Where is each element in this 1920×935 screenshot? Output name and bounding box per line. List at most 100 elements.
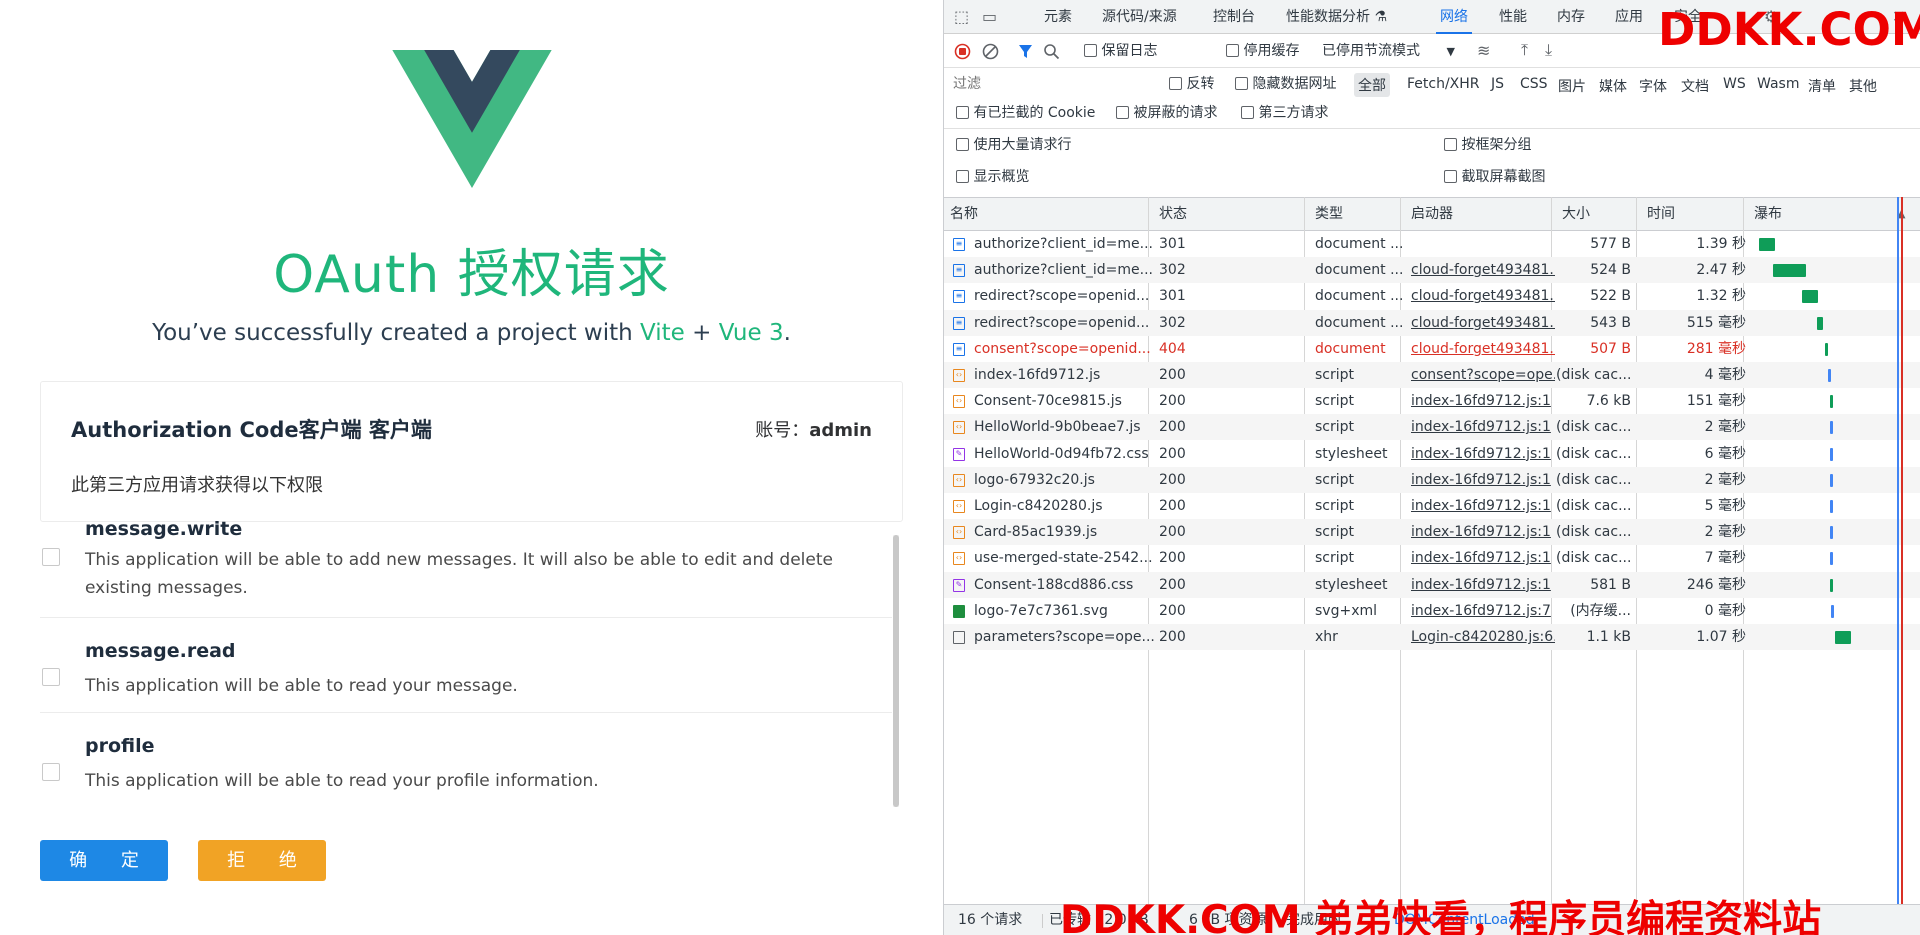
request-initiator[interactable] <box>1405 231 1555 257</box>
tab-memory[interactable]: 内存 <box>1557 0 1585 34</box>
tab-sources[interactable]: 源代码/来源 <box>1102 0 1177 34</box>
type-filter-font[interactable]: 字体 <box>1639 76 1667 96</box>
scope-checkbox[interactable] <box>42 548 60 566</box>
reject-button[interactable]: 拒 绝 <box>198 840 326 881</box>
request-initiator[interactable]: index-16fd9712.js:1 <box>1405 493 1555 519</box>
tab-console[interactable]: 控制台 <box>1213 0 1255 34</box>
scope-checkbox[interactable] <box>42 763 60 781</box>
type-filter-css[interactable]: CSS <box>1520 76 1548 92</box>
big-rows-toggle[interactable]: 使用大量请求行 <box>956 138 1071 152</box>
inspect-element-icon[interactable]: ⬚ <box>954 9 969 25</box>
overview-checkbox[interactable] <box>956 170 969 183</box>
type-filter-img[interactable]: 图片 <box>1558 76 1586 96</box>
screenshots-checkbox[interactable] <box>1444 170 1457 183</box>
column-type[interactable]: 类型 <box>1309 198 1343 230</box>
request-initiator[interactable]: cloud-forget493481... <box>1405 310 1555 336</box>
type-filter-doc[interactable]: 文档 <box>1681 76 1709 96</box>
request-initiator[interactable]: index-16fd9712.js:1 <box>1405 572 1555 598</box>
request-row[interactable]: logo-7e7c7361.svg 200 svg+xml index-16fd971… <box>944 598 1920 624</box>
group-by-frame-checkbox[interactable] <box>1444 138 1457 151</box>
network-conditions-icon[interactable]: ≋ <box>1477 43 1490 59</box>
blocked-requests-checkbox[interactable] <box>1116 106 1129 119</box>
third-party-checkbox[interactable] <box>1241 106 1254 119</box>
disable-cache-checkbox[interactable] <box>1226 44 1239 57</box>
invert-toggle[interactable]: 反转 <box>1169 77 1214 91</box>
big-rows-checkbox[interactable] <box>956 138 969 151</box>
request-row[interactable]: ✎ HelloWorld-0d94fb72.css 200 stylesheet ind… <box>944 441 1920 467</box>
request-row[interactable]: ≡ redirect?scope=openid... 301 document ...… <box>944 283 1920 309</box>
request-row[interactable]: ≡ authorize?client_id=me... 301 document ..… <box>944 231 1920 257</box>
request-initiator[interactable]: index-16fd9712.js:1 <box>1405 441 1555 467</box>
request-initiator[interactable]: consent?scope=ope... <box>1405 362 1555 388</box>
request-initiator[interactable]: index-16fd9712.js:1 <box>1405 467 1555 493</box>
request-initiator[interactable]: index-16fd9712.js:1 <box>1405 519 1555 545</box>
record-stop-icon[interactable] <box>954 43 971 60</box>
export-har-icon[interactable]: ⤓ <box>1545 42 1552 58</box>
vite-link[interactable]: Vite <box>640 320 685 346</box>
request-initiator[interactable]: index-16fd9712.js:1 <box>1405 388 1555 414</box>
request-row[interactable]: ‹› index-16fd9712.js 200 script consent?scop… <box>944 362 1920 388</box>
request-row[interactable]: ‹› Login-c8420280.js 200 script index-16fd97… <box>944 493 1920 519</box>
search-icon[interactable] <box>1043 43 1060 60</box>
type-filter-other[interactable]: 其他 <box>1849 76 1877 96</box>
type-filter-fetch-xhr[interactable]: Fetch/XHR <box>1407 76 1480 92</box>
preserve-log-checkbox[interactable] <box>1084 44 1097 57</box>
throttling-select[interactable]: 已停用节流模式 ▼ <box>1322 44 1455 58</box>
column-initiator[interactable]: 启动器 <box>1405 198 1453 230</box>
tab-elements[interactable]: 元素 <box>1044 0 1072 34</box>
request-row[interactable]: ≡ authorize?client_id=me... 302 document ..… <box>944 257 1920 284</box>
type-filter-ws[interactable]: WS <box>1723 76 1746 92</box>
filter-icon[interactable] <box>1018 44 1033 59</box>
scope-checkbox[interactable] <box>42 668 60 686</box>
request-row[interactable]: ✎ Consent-188cd886.css 200 stylesheet index-… <box>944 571 1920 598</box>
tab-performance-insights[interactable]: 性能数据分析 ⚗ <box>1286 0 1387 34</box>
confirm-button[interactable]: 确 定 <box>40 840 168 881</box>
type-filter-manifest[interactable]: 清单 <box>1808 76 1836 96</box>
request-initiator[interactable]: index-16fd9712.js:1 <box>1405 414 1555 440</box>
column-time[interactable]: 时间 <box>1641 198 1675 230</box>
device-toolbar-icon[interactable]: ▭ <box>982 9 997 25</box>
hide-data-urls-checkbox[interactable] <box>1235 77 1248 90</box>
request-row[interactable]: ≡ consent?scope=openid... 404 document cloud… <box>944 336 1920 362</box>
blocked-cookies-checkbox[interactable] <box>956 106 969 119</box>
column-name[interactable]: 名称 <box>944 198 978 230</box>
tab-application[interactable]: 应用 <box>1615 0 1643 34</box>
request-row[interactable]: ‹› use-merged-state-2542... 200 script index… <box>944 545 1920 571</box>
request-initiator[interactable]: index-16fd9712.js:1 <box>1405 545 1555 571</box>
request-initiator[interactable]: index-16fd9712.js:7 <box>1405 598 1555 624</box>
blocked-cookies-toggle[interactable]: 有已拦截的 Cookie <box>956 106 1095 120</box>
request-row[interactable]: ‹› logo-67932c20.js 200 script index-16fd971… <box>944 466 1920 493</box>
scope-scrollbar-thumb[interactable] <box>893 535 899 807</box>
request-initiator[interactable]: Login-c8420280.js:6... <box>1405 624 1555 650</box>
column-size[interactable]: 大小 <box>1556 198 1590 230</box>
request-initiator[interactable]: cloud-forget493481... <box>1405 257 1555 283</box>
type-filter-js[interactable]: JS <box>1491 76 1504 92</box>
preserve-log-toggle[interactable]: 保留日志 <box>1084 44 1157 58</box>
request-row[interactable]: ‹› Consent-70ce9815.js 200 script index-16fd… <box>944 388 1920 414</box>
request-initiator[interactable]: cloud-forget493481... <box>1405 283 1555 309</box>
import-har-icon[interactable]: ⤒ <box>1521 42 1528 58</box>
column-waterfall[interactable]: 瀑布 <box>1748 198 1782 230</box>
disable-cache-toggle[interactable]: 停用缓存 <box>1226 44 1299 58</box>
clear-icon[interactable] <box>982 43 999 60</box>
request-row[interactable]: ‹› HelloWorld-9b0beae7.js 200 script index-1… <box>944 414 1920 441</box>
column-status[interactable]: 状态 <box>1153 198 1187 230</box>
overview-toggle[interactable]: 显示概览 <box>956 170 1029 184</box>
group-by-frame-toggle[interactable]: 按框架分组 <box>1444 138 1531 152</box>
vue-link[interactable]: Vue 3 <box>719 320 784 346</box>
hide-data-urls-toggle[interactable]: 隐藏数据网址 <box>1235 77 1336 91</box>
request-row[interactable]: parameters?scope=ope... 200 xhr Login-c8420… <box>944 624 1920 650</box>
type-filter-all[interactable]: 全部 <box>1354 73 1390 97</box>
request-row[interactable]: ≡ redirect?scope=openid... 302 document ...… <box>944 309 1920 336</box>
third-party-toggle[interactable]: 第三方请求 <box>1241 106 1328 120</box>
type-filter-media[interactable]: 媒体 <box>1599 76 1627 96</box>
invert-checkbox[interactable] <box>1169 77 1182 90</box>
type-filter-wasm[interactable]: Wasm <box>1757 76 1799 92</box>
filter-input[interactable] <box>950 72 1155 96</box>
screenshots-toggle[interactable]: 截取屏幕截图 <box>1444 170 1545 184</box>
request-row[interactable]: ‹› Card-85ac1939.js 200 script index-16fd971… <box>944 519 1920 546</box>
tab-performance[interactable]: 性能 <box>1499 0 1527 34</box>
blocked-requests-toggle[interactable]: 被屏蔽的请求 <box>1116 106 1217 120</box>
tab-network[interactable]: 网络 <box>1436 0 1472 34</box>
request-initiator[interactable]: cloud-forget493481... <box>1405 336 1555 362</box>
